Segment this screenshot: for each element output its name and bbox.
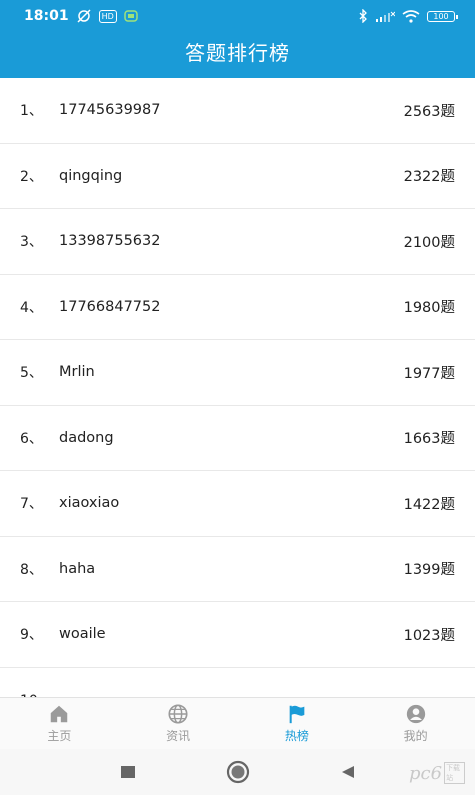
battery-icon: 100 <box>427 10 458 22</box>
leaderboard-row[interactable]: 5、 Mrlin 1977题 <box>0 340 475 406</box>
app-notification-icon <box>124 10 138 22</box>
nav-tab-1[interactable]: 主页 <box>0 698 118 750</box>
recents-button[interactable] <box>115 759 141 785</box>
nav-tab-4[interactable]: 我的 <box>357 698 475 750</box>
leaderboard-row[interactable]: 8、 haha 1399题 <box>0 537 475 602</box>
rank-number: 6、 <box>20 430 43 447</box>
home-button[interactable] <box>225 759 251 785</box>
question-count: 2100题 <box>403 234 455 251</box>
nav-tab-label: 主页 <box>47 729 72 743</box>
rank-number: 8、 <box>20 561 43 578</box>
app-header: 18:01 HD 100 答题排行榜 <box>0 0 475 78</box>
question-count: 1663题 <box>403 431 455 448</box>
question-count: 1980题 <box>403 300 455 317</box>
rank-number: 7、 <box>20 496 43 513</box>
leaderboard-row[interactable]: 7、 xiaoxiao 1422题 <box>0 471 475 537</box>
rank-number: 1、 <box>20 103 43 120</box>
rank-number: 9、 <box>20 627 43 644</box>
user-name: dadong <box>59 429 114 446</box>
flag-icon <box>286 703 308 725</box>
hd-badge: HD <box>98 9 117 23</box>
question-count: 1977题 <box>403 365 455 382</box>
rank-number: 2、 <box>20 168 43 185</box>
nav-tab-label: 资讯 <box>166 729 191 743</box>
question-count: 1422题 <box>403 496 455 513</box>
watermark-logo: pc6 下载站 <box>409 760 465 786</box>
sync-off-icon <box>76 9 92 23</box>
triangle-back-icon <box>341 766 354 778</box>
wifi-icon <box>402 9 420 23</box>
user-name: 13398755632 <box>59 233 161 250</box>
leaderboard-list[interactable]: 1、 17745639987 2563题 2、 qingqing 2322题 3、 13398… <box>0 78 475 697</box>
user-name: Mrlin <box>59 364 95 381</box>
home-icon <box>48 703 70 725</box>
question-count: 2563题 <box>403 103 455 120</box>
user-name: woaile <box>59 626 106 643</box>
leaderboard-row[interactable]: 2、 qingqing 2322题 <box>0 144 475 209</box>
rank-number: 4、 <box>20 299 43 316</box>
circle-icon <box>226 760 249 784</box>
user-name: 17766847752 <box>59 298 161 315</box>
signal-icon <box>375 10 395 22</box>
nav-tab-label: 热榜 <box>284 729 309 743</box>
bluetooth-icon <box>358 9 368 23</box>
rank-number: 5、 <box>20 365 43 382</box>
globe-icon <box>167 703 189 725</box>
nav-tab-3[interactable]: 热榜 <box>238 698 356 750</box>
page-title: 答题排行榜 <box>185 41 290 65</box>
question-count: 1023题 <box>403 627 455 644</box>
back-button[interactable] <box>335 759 361 785</box>
nav-tab-2[interactable]: 资讯 <box>119 698 237 750</box>
system-navigation-bar <box>0 749 475 795</box>
bottom-navigation: 主页 资讯 热榜 我的 <box>0 697 475 749</box>
leaderboard-row[interactable]: 6、 dadong 1663题 <box>0 406 475 471</box>
user-name: xiaoxiao <box>59 495 120 512</box>
question-count: 1399题 <box>403 562 455 579</box>
square-icon <box>120 766 135 778</box>
leaderboard-row[interactable]: 10、 <box>0 668 475 697</box>
rank-number: 10、 <box>20 690 59 697</box>
user-name: qingqing <box>59 167 123 184</box>
status-time: 18:01 <box>24 8 69 24</box>
status-bar: 18:01 HD 100 <box>0 0 475 32</box>
nav-tab-label: 我的 <box>403 729 428 743</box>
leaderboard-row[interactable]: 9、 woaile 1023题 <box>0 602 475 668</box>
leaderboard-row[interactable]: 1、 17745639987 2563题 <box>0 78 475 144</box>
question-count: 2322题 <box>403 169 455 186</box>
leaderboard-row[interactable]: 4、 17766847752 1980题 <box>0 275 475 340</box>
leaderboard-row[interactable]: 3、 13398755632 2100题 <box>0 209 475 275</box>
user-icon <box>405 703 427 725</box>
user-name: haha <box>59 560 96 577</box>
rank-number: 3、 <box>20 234 43 251</box>
user-name: 17745639987 <box>59 102 161 119</box>
